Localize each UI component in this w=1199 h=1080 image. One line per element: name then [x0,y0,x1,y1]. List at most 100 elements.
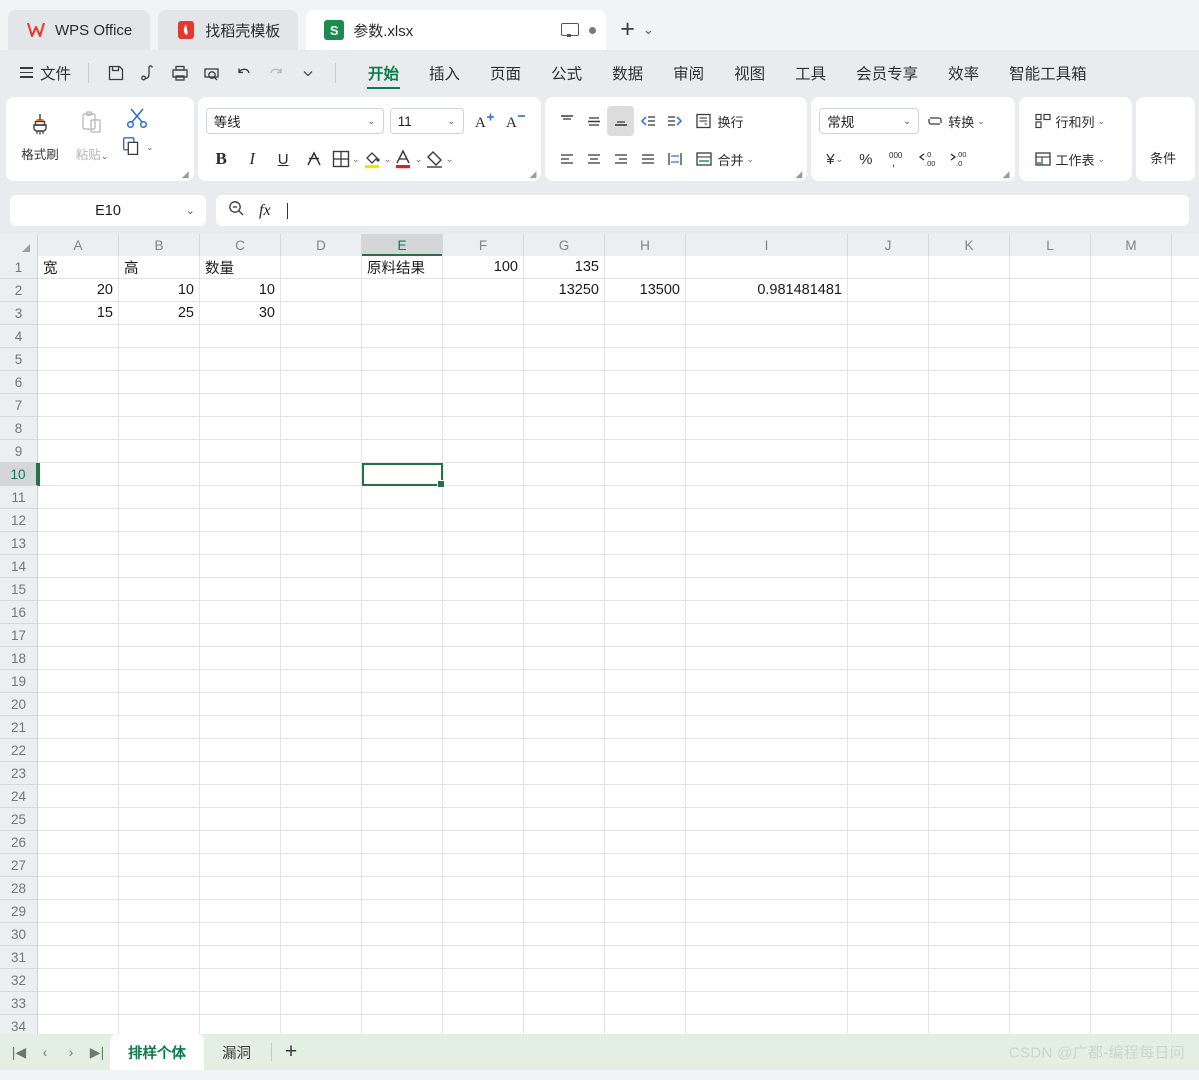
percent-format-button[interactable]: % [850,144,881,174]
cell-C7[interactable] [200,394,281,417]
cell-C3[interactable]: 30 [200,302,281,325]
cell-G20[interactable] [524,693,605,716]
cell-D12[interactable] [281,509,362,532]
cell-F18[interactable] [443,647,524,670]
cell-E24[interactable] [362,785,443,808]
cell-B17[interactable] [119,624,200,647]
cell-L29[interactable] [1010,900,1091,923]
cell-H18[interactable] [605,647,686,670]
cell-C27[interactable] [200,854,281,877]
cell-J6[interactable] [848,371,929,394]
cell-M2[interactable] [1091,279,1172,302]
cell-L11[interactable] [1010,486,1091,509]
cell-I22[interactable] [686,739,848,762]
cell-J15[interactable] [848,578,929,601]
cell-J18[interactable] [848,647,929,670]
cell-F9[interactable] [443,440,524,463]
cell-F24[interactable] [443,785,524,808]
cell-F28[interactable] [443,877,524,900]
cell-B31[interactable] [119,946,200,969]
cell-D23[interactable] [281,762,362,785]
number-dialog-launcher-icon[interactable]: ◢ [1003,170,1010,179]
cell-F2[interactable] [443,279,524,302]
cell-H25[interactable] [605,808,686,831]
cell-E32[interactable] [362,969,443,992]
cell-A11[interactable] [38,486,119,509]
cell-B32[interactable] [119,969,200,992]
cell-L31[interactable] [1010,946,1091,969]
cell-B5[interactable] [119,348,200,371]
cell-K26[interactable] [929,831,1010,854]
cell-A12[interactable] [38,509,119,532]
cell-M18[interactable] [1091,647,1172,670]
italic-button[interactable]: I [237,144,268,174]
cell-J28[interactable] [848,877,929,900]
cell-B1[interactable]: 高 [119,256,200,279]
cell-C5[interactable] [200,348,281,371]
cell-A20[interactable] [38,693,119,716]
cell-N8[interactable] [1172,417,1199,440]
cell-I28[interactable] [686,877,848,900]
cell-F10[interactable] [443,463,524,486]
cell-C28[interactable] [200,877,281,900]
cell-I27[interactable] [686,854,848,877]
cell-C1[interactable]: 数量 [200,256,281,279]
cell-C33[interactable] [200,992,281,1015]
tab-smart-toolbox[interactable]: 智能工具箱 [994,50,1102,95]
cell-C13[interactable] [200,532,281,555]
row-header-19[interactable]: 19 [0,670,38,693]
cell-D20[interactable] [281,693,362,716]
cell-H19[interactable] [605,670,686,693]
cell-F15[interactable] [443,578,524,601]
cell-F13[interactable] [443,532,524,555]
cell-M33[interactable] [1091,992,1172,1015]
cell-F25[interactable] [443,808,524,831]
row-header-7[interactable]: 7 [0,394,38,417]
cell-N7[interactable] [1172,394,1199,417]
row-header-2[interactable]: 2 [0,279,38,302]
row-header-11[interactable]: 11 [0,486,38,509]
cell-A22[interactable] [38,739,119,762]
cell-L15[interactable] [1010,578,1091,601]
cell-L13[interactable] [1010,532,1091,555]
row-header-31[interactable]: 31 [0,946,38,969]
cell-M14[interactable] [1091,555,1172,578]
cell-D6[interactable] [281,371,362,394]
cell-N27[interactable] [1172,854,1199,877]
cell-A9[interactable] [38,440,119,463]
cell-D19[interactable] [281,670,362,693]
decrease-decimal-button[interactable]: .00.0 [943,144,974,174]
cell-L24[interactable] [1010,785,1091,808]
cell-F6[interactable] [443,371,524,394]
cell-M10[interactable] [1091,463,1172,486]
cell-C24[interactable] [200,785,281,808]
cell-F16[interactable] [443,601,524,624]
cell-I11[interactable] [686,486,848,509]
cell-N26[interactable] [1172,831,1199,854]
cell-H13[interactable] [605,532,686,555]
cell-F19[interactable] [443,670,524,693]
column-header-d[interactable]: D [281,234,362,256]
cell-E34[interactable] [362,1015,443,1034]
row-header-14[interactable]: 14 [0,555,38,578]
number-format-select[interactable]: 常规 ⌄ [819,108,920,134]
cell-C22[interactable] [200,739,281,762]
cell-G34[interactable] [524,1015,605,1034]
cell-G31[interactable] [524,946,605,969]
cell-M12[interactable] [1091,509,1172,532]
cell-C26[interactable] [200,831,281,854]
increase-font-size-button[interactable]: A [470,106,501,136]
cell-C32[interactable] [200,969,281,992]
cell-L6[interactable] [1010,371,1091,394]
cell-B14[interactable] [119,555,200,578]
column-header-j[interactable]: J [848,234,929,256]
cell-G12[interactable] [524,509,605,532]
cell-D33[interactable] [281,992,362,1015]
cell-L23[interactable] [1010,762,1091,785]
cell-L26[interactable] [1010,831,1091,854]
cell-G32[interactable] [524,969,605,992]
cell-B22[interactable] [119,739,200,762]
row-header-28[interactable]: 28 [0,877,38,900]
cell-A26[interactable] [38,831,119,854]
cell-M22[interactable] [1091,739,1172,762]
